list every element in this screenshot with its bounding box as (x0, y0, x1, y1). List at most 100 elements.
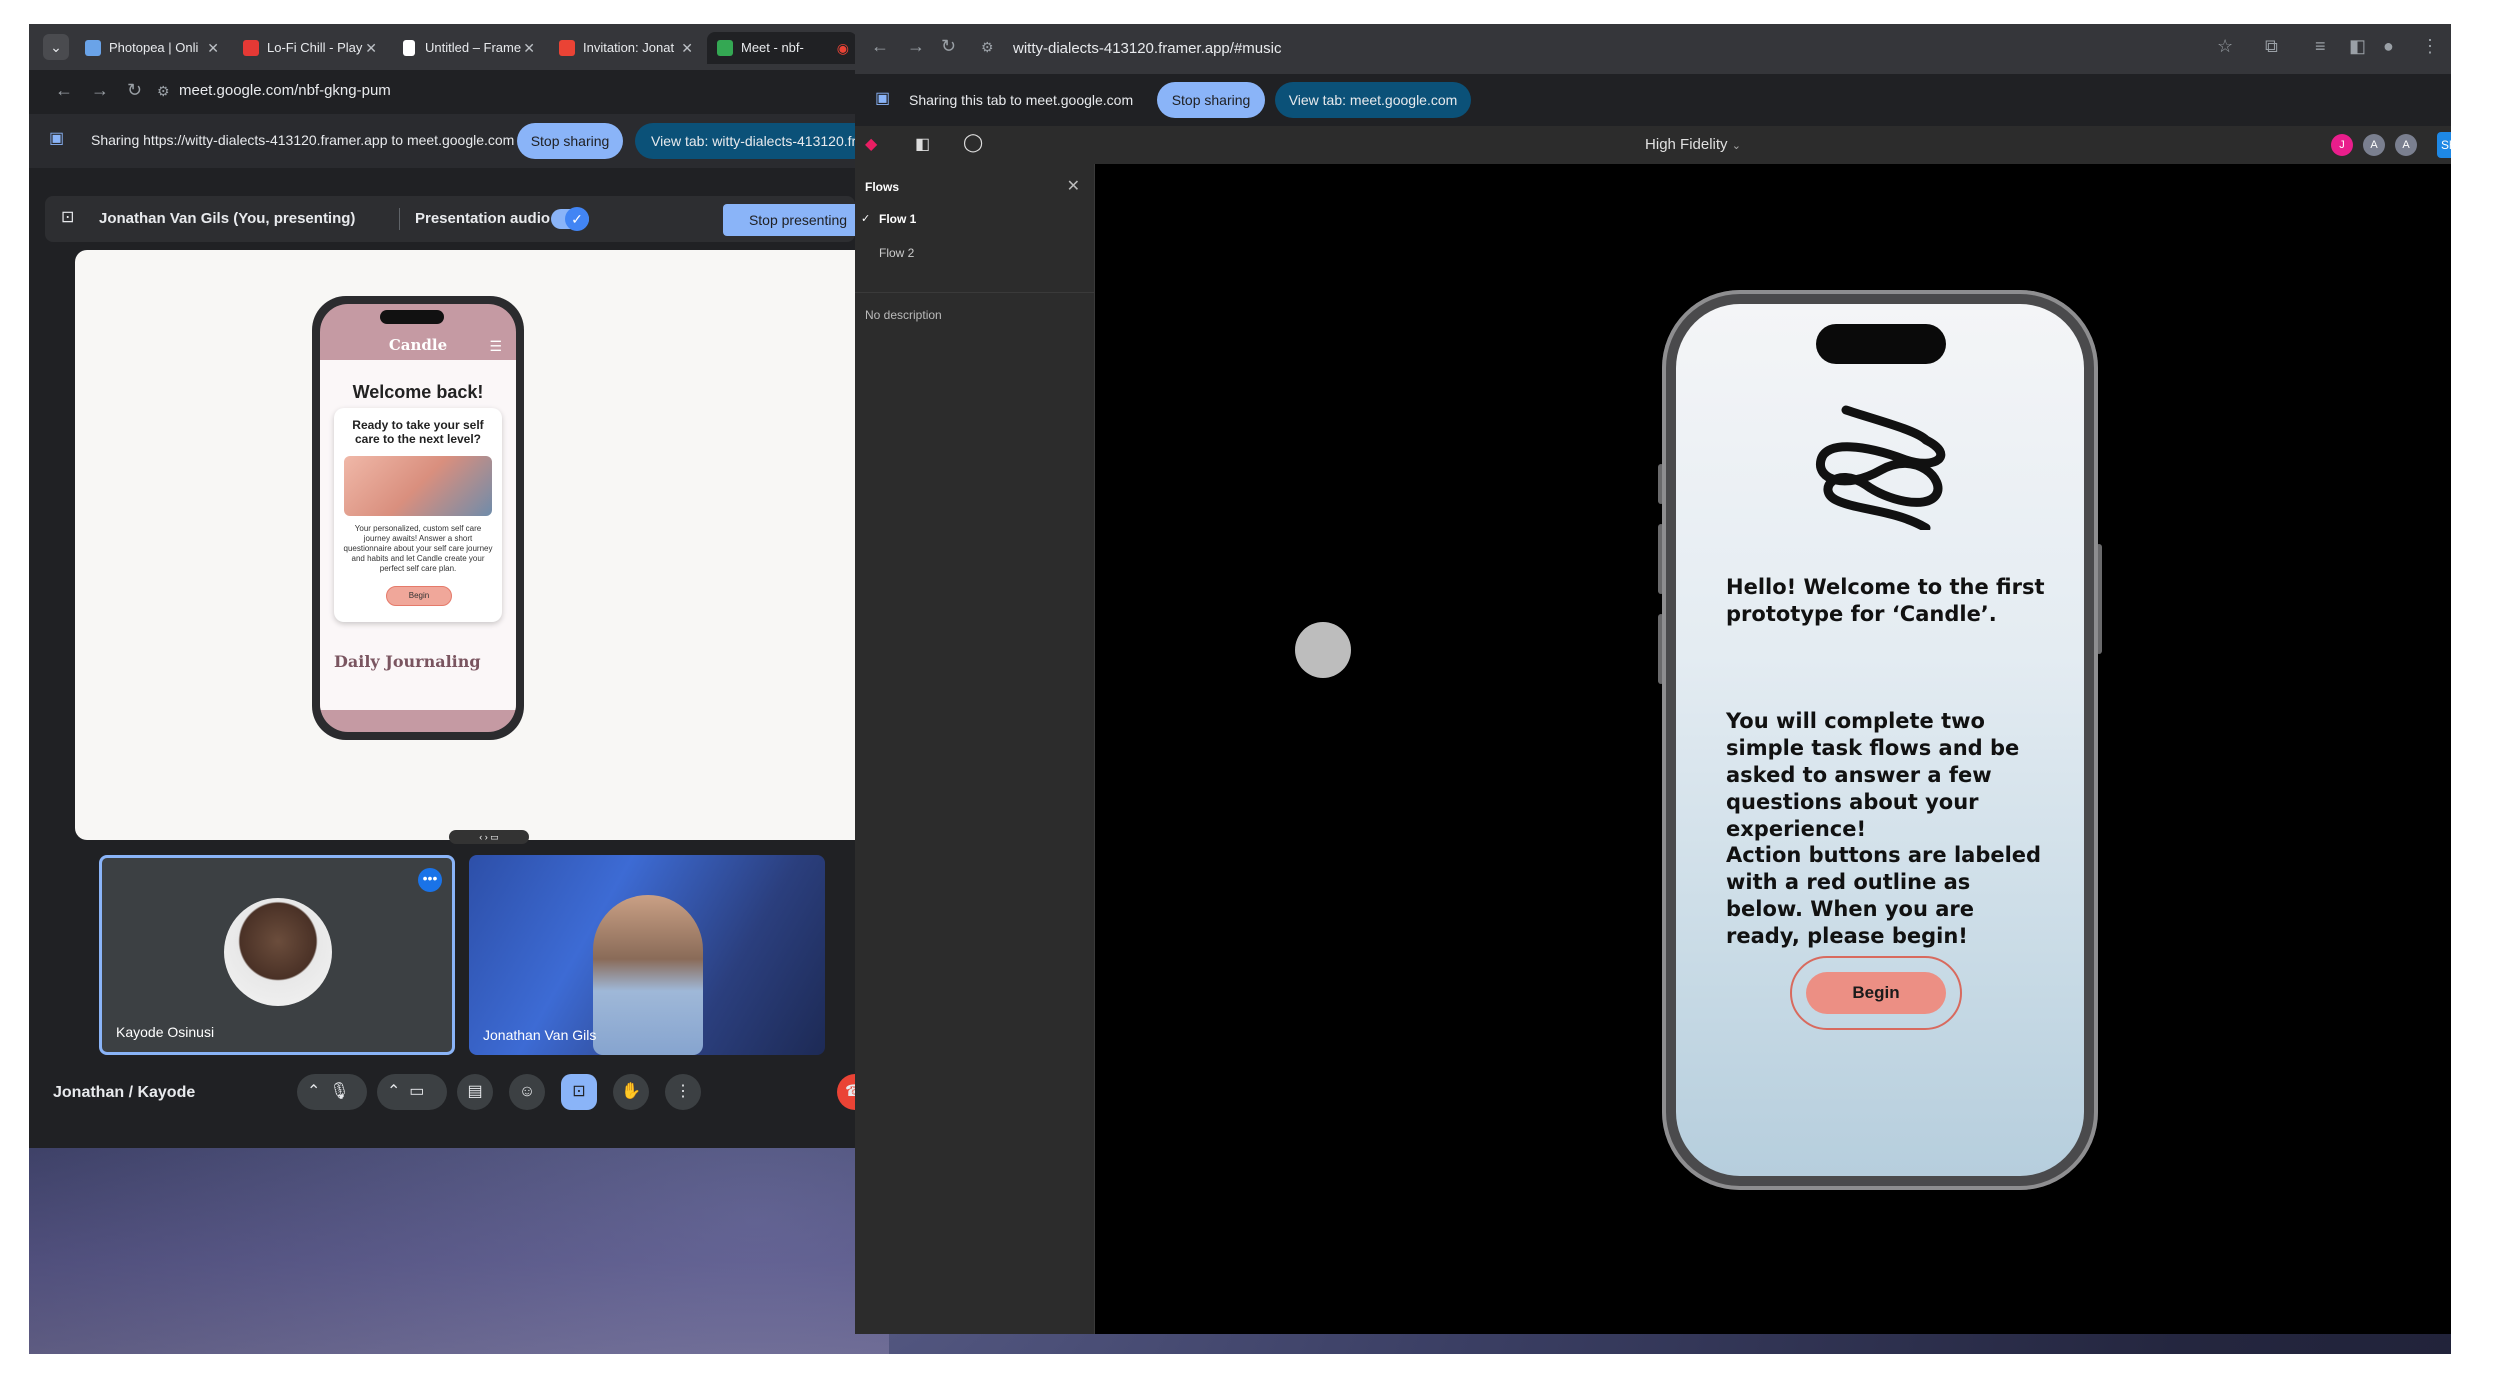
app-name: Candle (388, 336, 448, 354)
recording-icon: ◉ (836, 40, 849, 56)
flows-panel: Flows ✕ ✓ Flow 1 Flow 2 No description (855, 164, 1095, 1334)
url-field[interactable]: witty-dialects-413120.framer.app/#music (1013, 40, 1281, 57)
site-info-icon[interactable]: ⚙ (981, 39, 994, 56)
begin-button[interactable]: Begin (1806, 972, 1946, 1014)
meet-favicon (717, 40, 733, 56)
reactions-button[interactable]: ☺ (509, 1074, 545, 1110)
divider (399, 208, 400, 230)
back-icon[interactable]: ← (55, 80, 73, 101)
forward-icon[interactable]: → (91, 80, 109, 101)
close-icon[interactable]: ✕ (207, 32, 219, 64)
tab-label: Lo-Fi Chill - Play (267, 40, 363, 55)
camera-toggle[interactable]: ⌃ ▭ (377, 1074, 447, 1110)
share-notice-text: Sharing https://witty-dialects-413120.fr… (91, 132, 515, 148)
close-icon[interactable]: ✕ (1067, 176, 1080, 196)
chevron-up-icon[interactable]: ⌃ (307, 1083, 320, 1100)
participant-name: Kayode Osinusi (116, 1024, 215, 1040)
cast-icon: ▣ (875, 90, 891, 107)
wallpaper-glow (29, 1124, 889, 1354)
stop-sharing-button[interactable]: Stop sharing (517, 123, 623, 159)
chrome-menu-icon[interactable]: ⋮ (2421, 36, 2439, 57)
close-icon[interactable]: ✕ (681, 32, 693, 64)
share-button[interactable]: Sh (2437, 132, 2451, 158)
framer-toolbar: ◆ ◧ ◯ High Fidelity ⌄ J A A Sh (855, 126, 2451, 164)
close-icon[interactable]: ✕ (365, 32, 377, 64)
url-field[interactable]: meet.google.com/nbf-gkng-pum (179, 82, 391, 99)
tab-strip: ⌄ Photopea | Onli ✕ Lo-Fi Chill - Play ✕… (29, 24, 855, 70)
presentation-audio-toggle[interactable]: ✓ (551, 207, 589, 231)
emoji-icon: ☺ (518, 1083, 536, 1100)
check-icon: ✓ (565, 207, 589, 231)
photopea-favicon (85, 40, 101, 56)
action-note-paragraph: Action buttons are labeled with a red ou… (1726, 843, 2042, 948)
tab-meet[interactable]: Meet - nbf- ◉ (707, 32, 855, 64)
meet-browser-window: ⌄ Photopea | Onli ✕ Lo-Fi Chill - Play ✕… (29, 24, 855, 1148)
dynamic-island (1816, 324, 1946, 364)
desktop: ⌄ Photopea | Onli ✕ Lo-Fi Chill - Play ✕… (29, 24, 2451, 1354)
tab-lofi[interactable]: Lo-Fi Chill - Play ✕ (233, 32, 385, 64)
card-image (344, 456, 492, 516)
bookmark-star-icon[interactable]: ☆ (2217, 36, 2233, 57)
prototype-title[interactable]: High Fidelity ⌄ (855, 136, 2451, 153)
stop-presenting-button[interactable]: Stop presenting (723, 204, 855, 236)
card-begin-button: Begin (386, 586, 452, 606)
more-options-icon[interactable]: ••• (418, 868, 442, 892)
media-control-icon[interactable]: ≡ (2315, 36, 2326, 57)
present-icon: ⊡ (572, 1083, 586, 1100)
flow-item-1[interactable]: Flow 1 (879, 212, 916, 226)
framer-browser-window: ← → ↻ ⚙ witty-dialects-413120.framer.app… (855, 24, 2451, 1334)
reload-icon[interactable]: ↻ (941, 36, 956, 57)
avatar[interactable]: A (2395, 134, 2417, 156)
flow-item-2[interactable]: Flow 2 (879, 246, 914, 260)
tab-label: Untitled – Frame (425, 40, 522, 55)
cast-icon: ▣ (49, 130, 65, 147)
slide-device-control: ‹ › ▭ (449, 830, 529, 844)
more-options-button[interactable]: ⋮ (665, 1074, 701, 1110)
prototype-canvas[interactable]: Hello! Welcome to the first prototype fo… (1095, 164, 2451, 1334)
avatar[interactable]: A (2363, 134, 2385, 156)
stop-sharing-button[interactable]: Stop sharing (1157, 82, 1265, 118)
view-tab-button[interactable]: View tab: meet.google.com (1275, 82, 1471, 118)
tab-framer[interactable]: Untitled – Frame ✕ (391, 32, 543, 64)
dynamic-island (380, 310, 444, 324)
check-icon: ✓ (861, 213, 871, 225)
tab-label: Photopea | Onli (109, 40, 199, 55)
chevron-down-icon: ⌄ (1731, 140, 1741, 152)
avatar[interactable]: J (2331, 134, 2353, 156)
participant-tile-jonathan[interactable]: Jonathan Van Gils (469, 855, 825, 1055)
tab-search-icon[interactable]: ⌄ (43, 34, 69, 60)
onboarding-card: Ready to take your self care to the next… (334, 408, 502, 622)
tab-gmail[interactable]: Invitation: Jonat ✕ (549, 32, 701, 64)
instructions-paragraph: You will complete two simple task flows … (1726, 709, 2020, 841)
forward-icon[interactable]: → (907, 36, 925, 57)
divider (855, 292, 1095, 293)
menu-icon: ☰ (489, 338, 502, 354)
flow-description: No description (865, 308, 942, 322)
address-bar: ← → ↻ ⚙ witty-dialects-413120.framer.app… (855, 24, 2451, 74)
participant-video (593, 895, 703, 1055)
raise-hand-button[interactable]: ✋ (613, 1074, 649, 1110)
candle-logo-icon (1816, 405, 1946, 530)
leave-call-button[interactable]: ☎ (837, 1074, 855, 1110)
framer-favicon (403, 40, 415, 56)
mic-toggle[interactable]: ⌃ 🎙 (297, 1074, 367, 1110)
present-now-button[interactable]: ⊡ (561, 1074, 597, 1110)
tab-photopea[interactable]: Photopea | Onli ✕ (75, 32, 227, 64)
begin-button-outline: Begin (1790, 956, 1962, 1030)
site-info-icon[interactable]: ⚙ (157, 83, 170, 100)
intro-paragraph: Hello! Welcome to the first prototype fo… (1726, 575, 2045, 626)
view-tab-button[interactable]: View tab: witty-dialects-413120.fra (635, 123, 855, 159)
extensions-icon[interactable]: ⧉ (2265, 36, 2278, 57)
side-panel-icon[interactable]: ◧ (2349, 36, 2366, 57)
profile-icon[interactable]: ● (2383, 36, 2394, 57)
back-icon[interactable]: ← (871, 36, 889, 57)
camera-icon: ▭ (409, 1083, 425, 1100)
captions-button[interactable]: ▤ (457, 1074, 493, 1110)
share-notice-bar: ▣ Sharing this tab to meet.google.com St… (855, 74, 2451, 126)
chevron-up-icon[interactable]: ⌃ (387, 1083, 400, 1100)
reload-icon[interactable]: ↻ (127, 80, 142, 101)
cursor-indicator (1295, 622, 1351, 678)
close-icon[interactable]: ✕ (523, 32, 535, 64)
participant-tile-kayode[interactable]: ••• Kayode Osinusi (99, 855, 455, 1055)
slide-phone-screen: Candle ☰ Welcome back! Ready to take you… (320, 304, 516, 732)
